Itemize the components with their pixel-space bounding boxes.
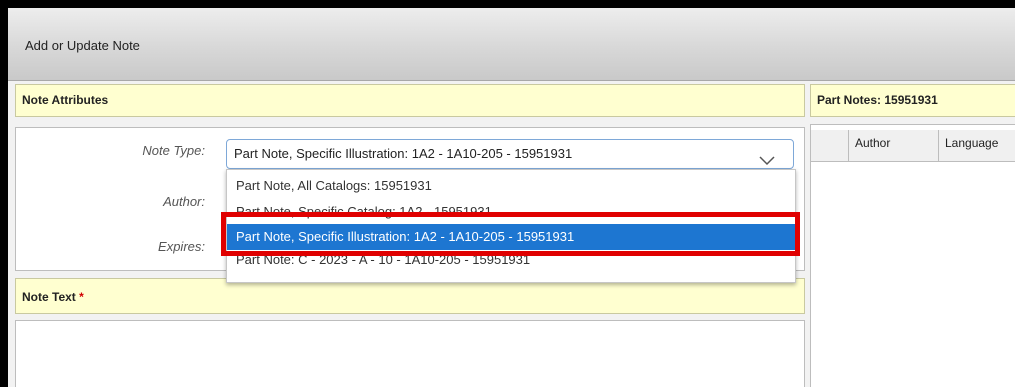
note-type-select[interactable]: Part Note, Specific Illustration: 1A2 - … <box>226 139 794 169</box>
selection-highlight-box <box>221 212 800 256</box>
part-notes-grid <box>810 124 1015 387</box>
note-dialog: Add or Update Note Note Attributes Note … <box>8 8 1015 387</box>
dialog-title: Add or Update Note <box>25 38 140 53</box>
expires-label: Expires: <box>158 239 205 254</box>
dropdown-option[interactable]: Part Note: C - 2023 - A - 10 - 1A10-205 … <box>227 254 795 274</box>
required-mark: * <box>79 290 84 304</box>
grid-select-column <box>811 130 849 162</box>
note-type-label: Note Type: <box>142 143 205 158</box>
part-notes-header: Part Notes: 15951931 <box>810 84 1015 117</box>
note-attributes-header: Note Attributes <box>15 84 805 117</box>
dropdown-option[interactable]: Part Note, All Catalogs: 15951931 <box>227 174 795 198</box>
grid-header-language[interactable]: Language <box>939 130 1015 162</box>
note-text-header: Note Text * <box>15 278 805 314</box>
author-label: Author: <box>163 194 205 209</box>
note-text-area[interactable] <box>15 320 805 387</box>
grid-header-author[interactable]: Author <box>849 130 939 162</box>
note-type-value: Part Note, Specific Illustration: 1A2 - … <box>234 146 573 161</box>
title-bar: Add or Update Note <box>8 8 1015 81</box>
